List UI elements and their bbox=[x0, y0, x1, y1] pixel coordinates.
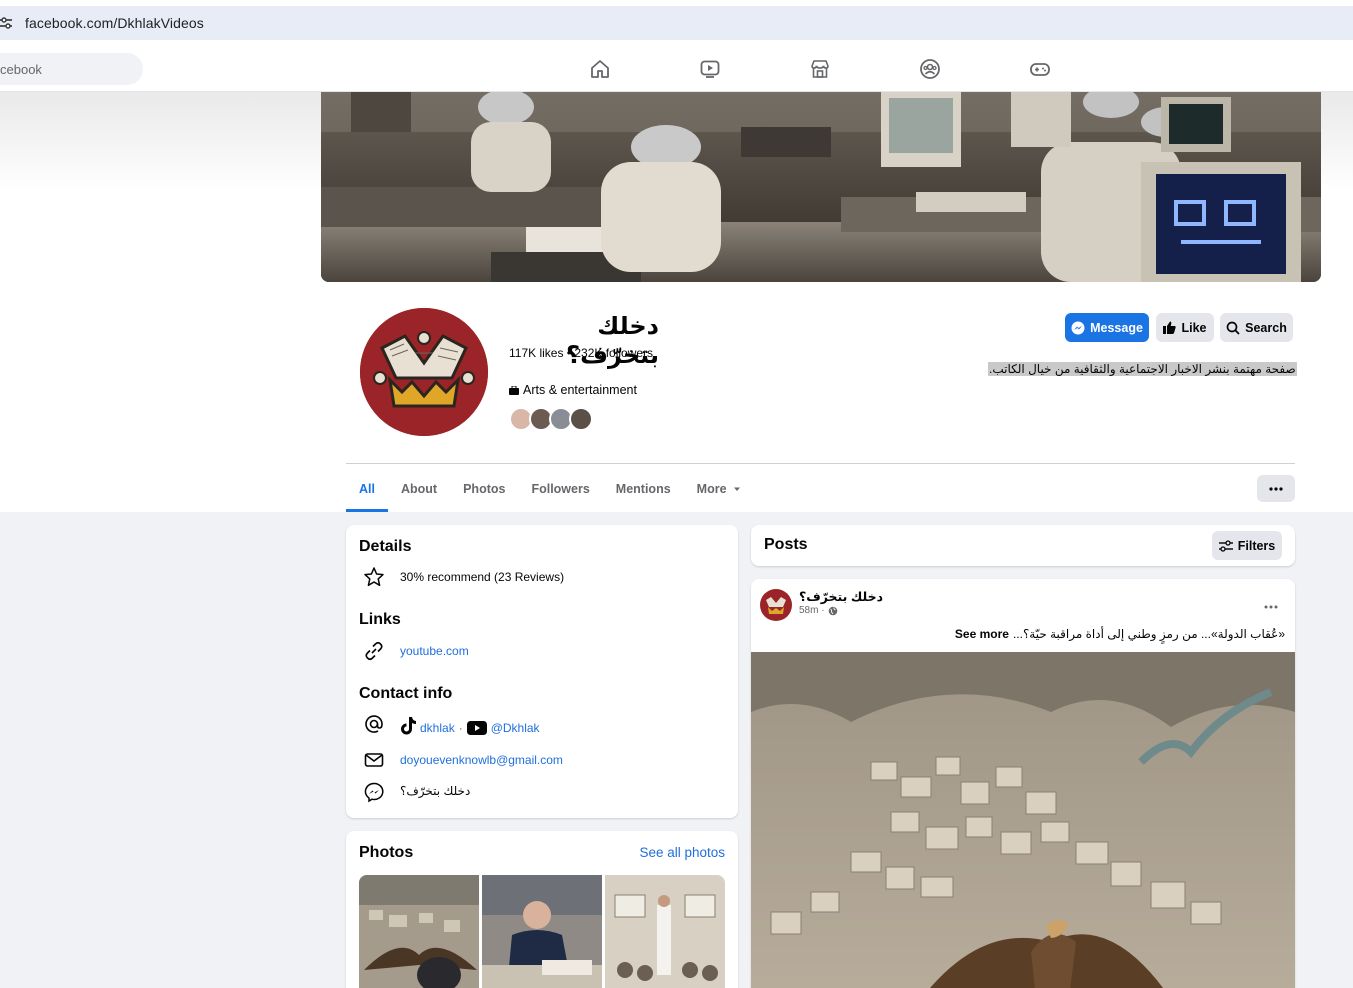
details-card: Details 30% recommend (23 Reviews) Links… bbox=[346, 525, 738, 818]
ellipsis-icon bbox=[1269, 486, 1283, 491]
see-more-link[interactable]: See more bbox=[955, 627, 1009, 641]
details-title: Details bbox=[359, 538, 412, 555]
marketplace-icon[interactable] bbox=[809, 58, 831, 80]
cover-photo[interactable] bbox=[321, 92, 1321, 282]
groups-icon[interactable] bbox=[919, 58, 941, 80]
tab-all[interactable]: All bbox=[346, 465, 388, 512]
profile-tabs: All About Photos Followers Mentions More bbox=[346, 465, 755, 512]
tab-more[interactable]: More bbox=[684, 465, 755, 512]
post-options-button[interactable] bbox=[1264, 596, 1278, 614]
address-field[interactable]: facebook.com/DkhlakVideos bbox=[0, 6, 1353, 40]
filters-button[interactable]: Filters bbox=[1212, 531, 1282, 560]
post-author-avatar[interactable] bbox=[760, 589, 792, 621]
thumbs-up-icon bbox=[1163, 321, 1177, 334]
post-text: «عُقاب الدولة»... من رمزٍ وطني إلى أداة … bbox=[955, 627, 1285, 641]
message-label: Message bbox=[1090, 320, 1143, 335]
filters-label: Filters bbox=[1237, 538, 1276, 553]
sliders-icon bbox=[1218, 539, 1233, 552]
home-icon[interactable] bbox=[589, 58, 611, 80]
like-button[interactable]: Like bbox=[1156, 313, 1214, 342]
like-label: Like bbox=[1181, 320, 1207, 335]
ellipsis-icon bbox=[1264, 605, 1278, 609]
tab-about[interactable]: About bbox=[388, 465, 450, 512]
post-author-name[interactable]: دخلك بتخرّف؟ bbox=[799, 589, 883, 604]
caret-down-icon bbox=[733, 487, 740, 491]
see-all-photos-link[interactable]: See all photos bbox=[639, 845, 725, 860]
envelope-icon bbox=[364, 753, 384, 767]
video-icon[interactable] bbox=[699, 58, 721, 80]
youtube-handle-link[interactable]: @Dkhlak bbox=[491, 721, 540, 735]
globe-icon bbox=[828, 606, 837, 615]
photo-thumbnail[interactable] bbox=[359, 875, 479, 988]
jester-hat-logo-icon bbox=[766, 597, 786, 614]
recommend-text[interactable]: 30% recommend (23 Reviews) bbox=[400, 570, 564, 584]
official-signing-photo bbox=[482, 875, 602, 988]
star-icon bbox=[364, 567, 384, 587]
posts-header-card: Posts Filters bbox=[751, 525, 1295, 566]
tiktok-icon bbox=[401, 717, 416, 735]
messenger-icon bbox=[1071, 321, 1085, 334]
gaming-icon[interactable] bbox=[1029, 58, 1051, 80]
search-icon bbox=[1226, 321, 1240, 335]
tab-mentions[interactable]: Mentions bbox=[603, 465, 684, 512]
at-sign-icon bbox=[365, 715, 383, 733]
youtube-icon bbox=[466, 721, 487, 735]
mountain-village-eagle-photo bbox=[751, 652, 1295, 988]
search-button[interactable]: Search bbox=[1220, 313, 1293, 342]
posts-title: Posts bbox=[764, 536, 808, 553]
handle-separator: · bbox=[458, 721, 463, 735]
search-label: Search bbox=[1245, 320, 1287, 335]
messenger-name[interactable]: دخلك بتخرّف؟ bbox=[400, 784, 470, 798]
post-meta: 58m · bbox=[799, 605, 838, 616]
photo-thumbnail[interactable] bbox=[605, 875, 725, 988]
page-bio: صفحة مهتمة بنشر الاخبار الاجتماعية والثق… bbox=[988, 362, 1297, 376]
eagle-village-photo bbox=[359, 875, 479, 988]
profile-avatar[interactable] bbox=[357, 305, 491, 439]
contact-info-title: Contact info bbox=[359, 685, 453, 702]
post-image[interactable] bbox=[751, 652, 1295, 988]
gathering-room-photo bbox=[605, 875, 725, 988]
message-button[interactable]: Message bbox=[1065, 313, 1149, 342]
messenger-icon bbox=[364, 782, 384, 803]
tab-followers[interactable]: Followers bbox=[518, 465, 602, 512]
photos-title: Photos bbox=[359, 844, 414, 861]
tiktok-link[interactable]: dkhlak bbox=[420, 721, 455, 735]
category-label: Arts & entertainment bbox=[523, 383, 637, 397]
search-placeholder: cebook bbox=[0, 62, 42, 77]
follower-avatars[interactable] bbox=[509, 407, 593, 433]
site-settings-icon[interactable] bbox=[0, 15, 16, 31]
link-icon bbox=[365, 641, 383, 661]
youtube-link[interactable]: youtube.com bbox=[400, 644, 469, 658]
page-category: Arts & entertainment bbox=[509, 383, 637, 397]
page-stats[interactable]: 117K likes • 232K followers bbox=[509, 346, 653, 360]
header-divider bbox=[346, 463, 1295, 464]
jester-hat-logo-icon bbox=[360, 308, 488, 436]
photo-thumbnail[interactable] bbox=[482, 875, 602, 988]
post-card: دخلك بتخرّف؟ 58m · «عُقاب الدولة»... من … bbox=[751, 579, 1295, 988]
facebook-search-input[interactable]: cebook bbox=[0, 53, 143, 85]
links-title: Links bbox=[359, 611, 401, 628]
post-body: «عُقاب الدولة»... من رمزٍ وطني إلى أداة … bbox=[1012, 627, 1285, 641]
facebook-top-nav: cebook bbox=[0, 46, 1353, 92]
email-link[interactable]: doyouevenknowlb@gmail.com bbox=[400, 753, 563, 767]
cover-image bbox=[321, 92, 1321, 282]
browser-url-bar: facebook.com/DkhlakVideos bbox=[0, 0, 1353, 46]
briefcase-icon bbox=[509, 385, 519, 395]
page-title: دخلك بتخرّف؟ bbox=[566, 313, 659, 369]
post-time[interactable]: 58m · bbox=[799, 605, 825, 616]
social-handles: dkhlak · @Dkhlak bbox=[400, 715, 540, 735]
tab-photos[interactable]: Photos bbox=[450, 465, 518, 512]
more-options-button[interactable] bbox=[1257, 475, 1295, 502]
url-text: facebook.com/DkhlakVideos bbox=[25, 15, 204, 31]
tab-more-label: More bbox=[696, 481, 727, 496]
avatar[interactable] bbox=[569, 407, 593, 431]
